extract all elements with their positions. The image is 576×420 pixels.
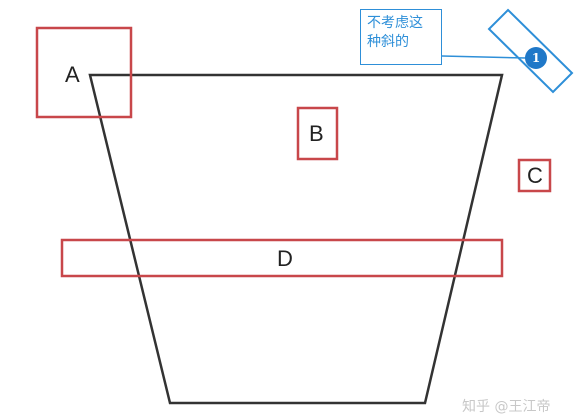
callout-note: 不考虑这 种斜的: [360, 9, 442, 65]
box-a: [35, 26, 133, 119]
callout-number-badge: 1: [525, 47, 547, 69]
label-a: A: [65, 62, 80, 87]
watermark-text: 知乎 @王江帝: [462, 399, 551, 415]
diagram-canvas: [35, 8, 574, 405]
callout-line-1: 不考虑这: [367, 15, 423, 31]
callout-line-2: 种斜的: [367, 34, 409, 50]
label-d: D: [277, 246, 293, 271]
label-b: B: [309, 121, 324, 146]
label-c: C: [527, 163, 543, 188]
callout-leader-line: [441, 55, 527, 59]
